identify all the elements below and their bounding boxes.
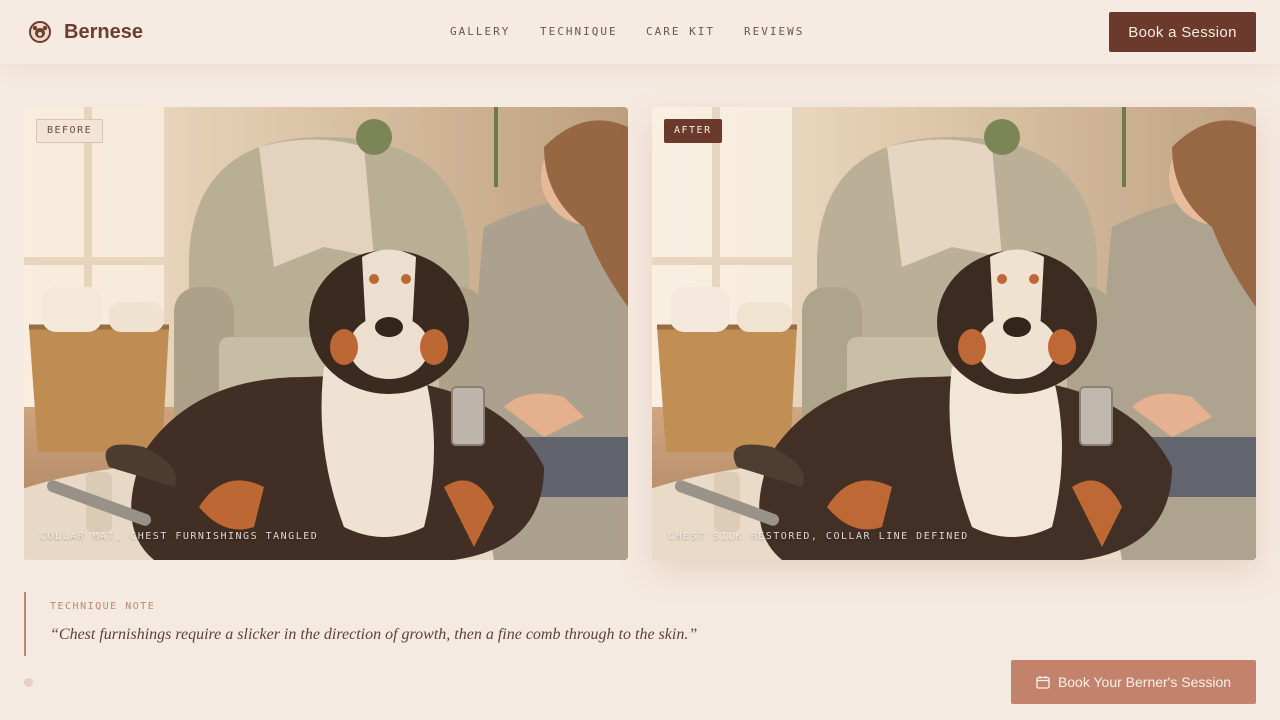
after-tag: AFTER <box>664 119 722 143</box>
nav-technique[interactable]: TECHNIQUE <box>540 25 618 39</box>
brand-name[interactable]: Bernese <box>64 20 143 44</box>
after-photo-card: AFTER CHEST SILK RESTORED, COLLAR LINE D… <box>652 107 1256 560</box>
before-tag: BEFORE <box>36 119 104 143</box>
after-photo <box>652 107 1256 560</box>
before-photo-card: BEFORE COLLAR MAT, CHEST FURNISHINGS TAN… <box>24 107 628 560</box>
after-caption: CHEST SILK RESTORED, COLLAR LINE DEFINED <box>668 531 969 542</box>
technique-note-quote: “Chest furnishings require a slicker in … <box>50 626 698 643</box>
technique-note-label: TECHNIQUE NOTE <box>50 601 156 612</box>
top-nav-bar: Bernese GALLERY TECHNIQUE CARE KIT REVIE… <box>0 0 1280 64</box>
book-berner-session-button[interactable]: Book Your Berner's Session <box>1011 660 1256 704</box>
nav-care-kit[interactable]: CARE KIT <box>646 25 715 39</box>
carousel-indicator-dot[interactable] <box>24 678 33 687</box>
book-session-button[interactable]: Book a Session <box>1109 12 1256 52</box>
calendar-icon <box>1036 676 1050 689</box>
dog-paw-logo-icon[interactable] <box>28 20 52 44</box>
technique-note: TECHNIQUE NOTE “Chest furnishings requir… <box>24 592 844 656</box>
before-caption: COLLAR MAT, CHEST FURNISHINGS TANGLED <box>40 531 319 542</box>
book-berner-session-label: Book Your Berner's Session <box>1057 674 1232 690</box>
nav-reviews[interactable]: REVIEWS <box>744 25 804 39</box>
nav-gallery[interactable]: GALLERY <box>450 25 510 39</box>
before-photo <box>24 107 628 560</box>
